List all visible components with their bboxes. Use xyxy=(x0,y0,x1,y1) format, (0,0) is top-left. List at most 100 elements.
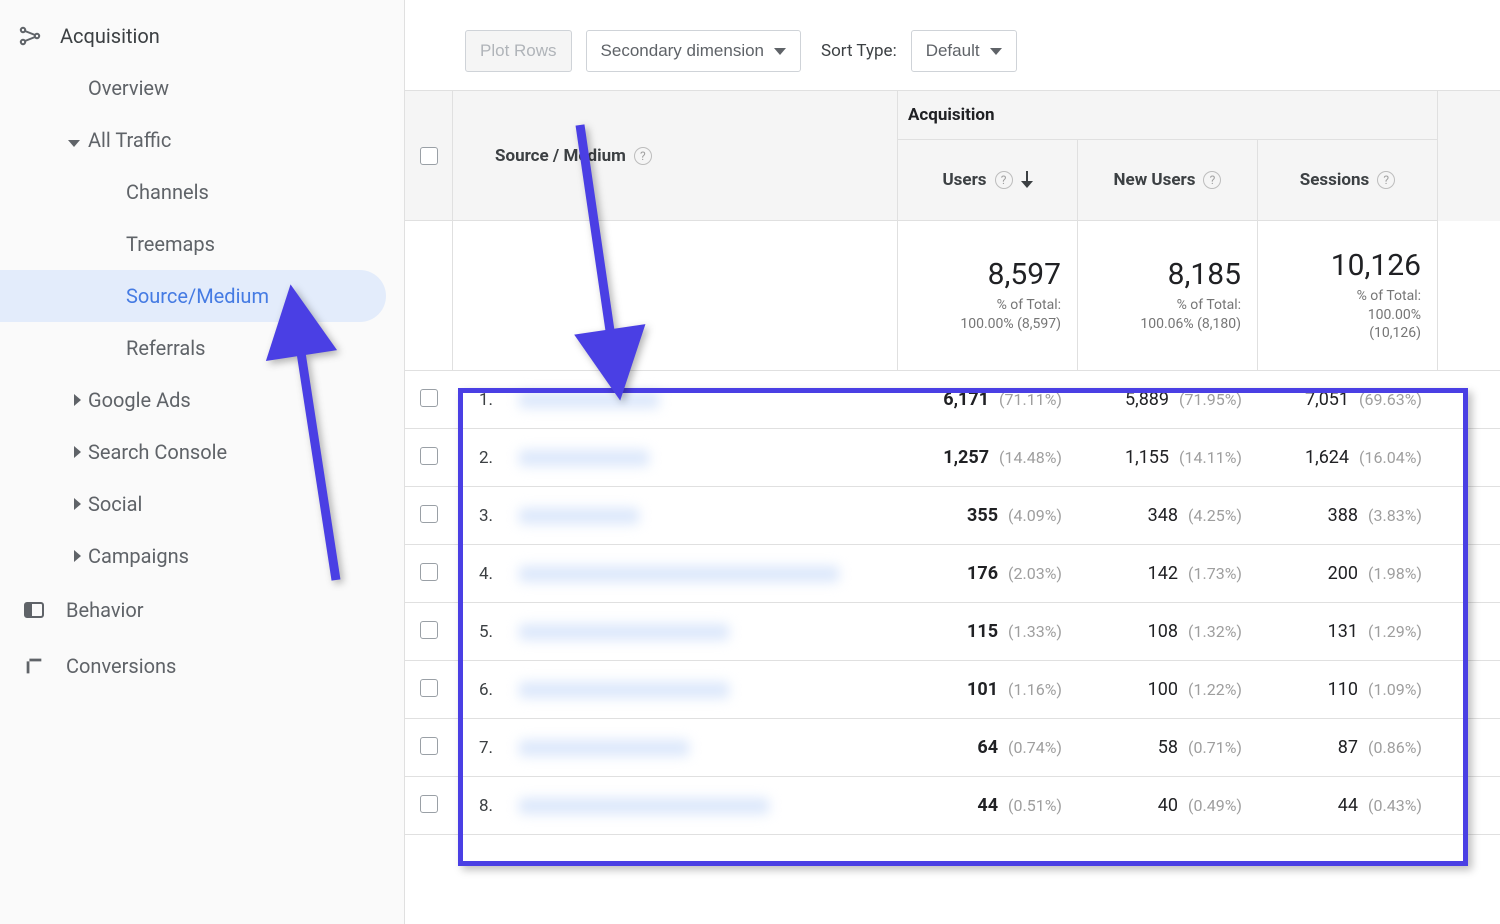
help-icon[interactable]: ? xyxy=(995,171,1013,189)
source-medium-link-blurred[interactable] xyxy=(519,624,729,640)
row-checkbox[interactable] xyxy=(420,795,438,813)
row-checkbox[interactable] xyxy=(420,679,438,697)
caret-down-icon xyxy=(68,128,80,152)
row-checkbox[interactable] xyxy=(420,737,438,755)
sidebar-item-source-medium[interactable]: Source/Medium xyxy=(0,270,386,322)
sidebar-item-channels[interactable]: Channels xyxy=(116,166,404,218)
table-row: 8. 44(0.51%) 40(0.49%) 44(0.43%) xyxy=(405,777,1500,835)
sidebar-item-campaigns[interactable]: Campaigns xyxy=(88,530,404,582)
sidebar-item-social[interactable]: Social xyxy=(88,478,404,530)
report-content: Plot Rows Secondary dimension Sort Type:… xyxy=(405,0,1500,924)
column-header-users[interactable]: Users ? xyxy=(898,140,1078,221)
source-medium-cell[interactable]: 4. xyxy=(453,564,898,584)
sidebar-section-behavior[interactable]: Behavior xyxy=(0,582,404,638)
button-label: Default xyxy=(926,41,980,61)
sidebar-item-label: Overview xyxy=(88,76,169,100)
column-group-label: Acquisition xyxy=(908,105,995,125)
row-number: 2. xyxy=(471,448,493,468)
secondary-dimension-dropdown[interactable]: Secondary dimension xyxy=(586,30,801,72)
source-medium-cell[interactable]: 3. xyxy=(453,506,898,526)
users-cell: 6,171(71.11%) xyxy=(898,389,1078,410)
table-row: 6. 101(1.16%) 100(1.22%) 110(1.09%) xyxy=(405,661,1500,719)
row-checkbox[interactable] xyxy=(420,505,438,523)
source-medium-cell[interactable]: 5. xyxy=(453,622,898,642)
sidebar-item-label: Source/Medium xyxy=(126,284,269,308)
column-header-sessions[interactable]: Sessions ? xyxy=(1258,140,1438,221)
table-row: 1. 6,171(71.11%) 5,889(71.95%) 7,051(69.… xyxy=(405,371,1500,429)
users-cell: 1,257(14.48%) xyxy=(898,447,1078,468)
sessions-cell: 44(0.43%) xyxy=(1258,795,1438,816)
row-number: 3. xyxy=(471,506,493,526)
total-value: 8,597 xyxy=(988,257,1061,292)
total-subtext: % of Total: 100.00% (8,597) xyxy=(960,296,1061,334)
row-checkbox[interactable] xyxy=(420,447,438,465)
select-all-checkbox[interactable] xyxy=(420,147,438,165)
sidebar-item-label: Treemaps xyxy=(126,232,215,256)
source-medium-link-blurred[interactable] xyxy=(519,682,729,698)
sidebar-item-google-ads[interactable]: Google Ads xyxy=(88,374,404,426)
users-cell: 44(0.51%) xyxy=(898,795,1078,816)
plot-rows-button[interactable]: Plot Rows xyxy=(465,30,572,72)
select-all-cell xyxy=(405,91,453,221)
sidebar-item-label: Campaigns xyxy=(88,544,189,568)
row-checkbox[interactable] xyxy=(420,563,438,581)
row-checkbox[interactable] xyxy=(420,621,438,639)
source-medium-cell[interactable]: 8. xyxy=(453,796,898,816)
sidebar-section-conversions[interactable]: Conversions xyxy=(0,638,404,694)
sidebar-item-label: Behavior xyxy=(66,598,144,622)
source-medium-link-blurred[interactable] xyxy=(519,798,769,814)
sidebar-item-search-console[interactable]: Search Console xyxy=(88,426,404,478)
column-header-source-medium[interactable]: Source / Medium ? xyxy=(453,91,898,221)
source-medium-link-blurred[interactable] xyxy=(519,566,839,582)
users-cell: 115(1.33%) xyxy=(898,621,1078,642)
conversions-icon xyxy=(22,654,46,678)
source-medium-cell[interactable]: 1. xyxy=(453,390,898,410)
total-value: 10,126 xyxy=(1331,248,1421,283)
source-medium-cell[interactable]: 6. xyxy=(453,680,898,700)
source-medium-link-blurred[interactable] xyxy=(519,392,659,408)
help-icon[interactable]: ? xyxy=(1203,171,1221,189)
row-number: 7. xyxy=(471,738,493,758)
sort-type-dropdown[interactable]: Default xyxy=(911,30,1017,72)
users-cell: 64(0.74%) xyxy=(898,737,1078,758)
column-group-acquisition: Acquisition xyxy=(898,91,1438,140)
source-medium-cell[interactable]: 7. xyxy=(453,738,898,758)
acquisition-icon xyxy=(18,24,42,48)
behavior-icon xyxy=(22,598,46,622)
new-users-cell: 108(1.32%) xyxy=(1078,621,1258,642)
column-header-label: New Users xyxy=(1114,170,1196,190)
source-medium-link-blurred[interactable] xyxy=(519,740,689,756)
sessions-cell: 200(1.98%) xyxy=(1258,563,1438,584)
new-users-cell: 5,889(71.95%) xyxy=(1078,389,1258,410)
source-medium-cell[interactable]: 2. xyxy=(453,448,898,468)
button-label: Plot Rows xyxy=(480,41,557,61)
sort-type-label: Sort Type: xyxy=(821,41,897,61)
help-icon[interactable]: ? xyxy=(634,147,652,165)
sidebar-item-treemaps[interactable]: Treemaps xyxy=(116,218,404,270)
column-header-new-users[interactable]: New Users ? xyxy=(1078,140,1258,221)
totals-row: 8,597 % of Total: 100.00% (8,597) 8,185 … xyxy=(405,221,1500,371)
sidebar-item-all-traffic[interactable]: All Traffic xyxy=(88,114,404,166)
row-number: 1. xyxy=(471,390,493,410)
sidebar-item-label: Social xyxy=(88,492,142,516)
chevron-down-icon xyxy=(990,48,1002,55)
sidebar-item-referrals[interactable]: Referrals xyxy=(116,322,404,374)
caret-right-icon xyxy=(62,550,86,562)
sidebar-section-acquisition[interactable]: Acquisition xyxy=(0,10,404,62)
new-users-cell: 348(4.25%) xyxy=(1078,505,1258,526)
sidebar-item-label: Referrals xyxy=(126,336,205,360)
new-users-cell: 58(0.71%) xyxy=(1078,737,1258,758)
row-number: 4. xyxy=(471,564,493,584)
source-medium-link-blurred[interactable] xyxy=(519,508,639,524)
sidebar-item-overview[interactable]: Overview xyxy=(88,62,404,114)
total-sessions: 10,126 % of Total: 100.00% (10,126) xyxy=(1258,221,1438,370)
column-header-label: Sessions xyxy=(1300,170,1369,190)
row-checkbox[interactable] xyxy=(420,389,438,407)
sidebar-item-label: Conversions xyxy=(66,654,176,678)
table-row: 5. 115(1.33%) 108(1.32%) 131(1.29%) xyxy=(405,603,1500,661)
users-cell: 355(4.09%) xyxy=(898,505,1078,526)
source-medium-link-blurred[interactable] xyxy=(519,450,649,466)
sessions-cell: 110(1.09%) xyxy=(1258,679,1438,700)
row-number: 8. xyxy=(471,796,493,816)
help-icon[interactable]: ? xyxy=(1377,171,1395,189)
